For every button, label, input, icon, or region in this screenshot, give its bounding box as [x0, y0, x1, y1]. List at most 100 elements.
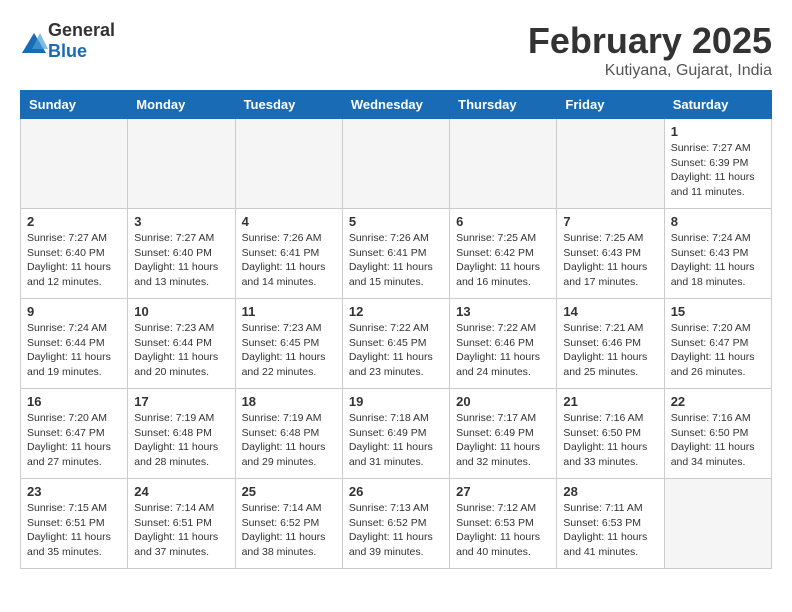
week-row-5: 23 Sunrise: 7:15 AM Sunset: 6:51 PM Dayli… [21, 479, 772, 569]
week-row-1: 1 Sunrise: 7:27 AM Sunset: 6:39 PM Daylig… [21, 119, 772, 209]
day-number: 25 [242, 484, 336, 499]
page-header: General Blue February 2025 Kutiyana, Guj… [20, 20, 772, 80]
day-number: 20 [456, 394, 550, 409]
col-header-tuesday: Tuesday [235, 91, 342, 119]
day-info: Sunrise: 7:16 AM Sunset: 6:50 PM Dayligh… [671, 411, 765, 470]
day-info: Sunrise: 7:25 AM Sunset: 6:43 PM Dayligh… [563, 231, 657, 290]
day-info: Sunrise: 7:24 AM Sunset: 6:43 PM Dayligh… [671, 231, 765, 290]
calendar-cell: 17 Sunrise: 7:19 AM Sunset: 6:48 PM Dayli… [128, 389, 235, 479]
week-row-2: 2 Sunrise: 7:27 AM Sunset: 6:40 PM Daylig… [21, 209, 772, 299]
calendar-cell: 18 Sunrise: 7:19 AM Sunset: 6:48 PM Dayli… [235, 389, 342, 479]
calendar-cell [342, 119, 449, 209]
day-info: Sunrise: 7:27 AM Sunset: 6:39 PM Dayligh… [671, 141, 765, 200]
day-number: 15 [671, 304, 765, 319]
day-info: Sunrise: 7:19 AM Sunset: 6:48 PM Dayligh… [242, 411, 336, 470]
day-number: 8 [671, 214, 765, 229]
calendar-cell: 8 Sunrise: 7:24 AM Sunset: 6:43 PM Daylig… [664, 209, 771, 299]
month-title: February 2025 [528, 20, 772, 62]
day-info: Sunrise: 7:24 AM Sunset: 6:44 PM Dayligh… [27, 321, 121, 380]
calendar-cell: 25 Sunrise: 7:14 AM Sunset: 6:52 PM Dayli… [235, 479, 342, 569]
day-info: Sunrise: 7:18 AM Sunset: 6:49 PM Dayligh… [349, 411, 443, 470]
day-info: Sunrise: 7:21 AM Sunset: 6:46 PM Dayligh… [563, 321, 657, 380]
col-header-thursday: Thursday [450, 91, 557, 119]
day-info: Sunrise: 7:23 AM Sunset: 6:45 PM Dayligh… [242, 321, 336, 380]
day-number: 12 [349, 304, 443, 319]
calendar-cell: 24Sunrise: 7:14 AM Sunset: 6:51 PM Dayli… [128, 479, 235, 569]
day-info: Sunrise: 7:14 AM Sunset: 6:52 PM Dayligh… [242, 501, 336, 560]
day-info: Sunrise: 7:16 AM Sunset: 6:50 PM Dayligh… [563, 411, 657, 470]
day-number: 11 [242, 304, 336, 319]
calendar-cell: 23 Sunrise: 7:15 AM Sunset: 6:51 PM Dayli… [21, 479, 128, 569]
day-number: 9 [27, 304, 121, 319]
calendar-header-row: SundayMondayTuesdayWednesdayThursdayFrid… [21, 91, 772, 119]
calendar-cell: 11 Sunrise: 7:23 AM Sunset: 6:45 PM Dayli… [235, 299, 342, 389]
calendar-cell: 2 Sunrise: 7:27 AM Sunset: 6:40 PM Daylig… [21, 209, 128, 299]
day-info: Sunrise: 7:26 AM Sunset: 6:41 PM Dayligh… [242, 231, 336, 290]
day-number: 21 [563, 394, 657, 409]
calendar-cell: 6Sunrise: 7:25 AM Sunset: 6:42 PM Daylig… [450, 209, 557, 299]
calendar-cell: 5Sunrise: 7:26 AM Sunset: 6:41 PM Daylig… [342, 209, 449, 299]
calendar-cell [21, 119, 128, 209]
calendar-cell: 1 Sunrise: 7:27 AM Sunset: 6:39 PM Daylig… [664, 119, 771, 209]
calendar-cell [450, 119, 557, 209]
day-number: 1 [671, 124, 765, 139]
calendar-cell: 12 Sunrise: 7:22 AM Sunset: 6:45 PM Dayli… [342, 299, 449, 389]
day-info: Sunrise: 7:20 AM Sunset: 6:47 PM Dayligh… [671, 321, 765, 380]
day-info: Sunrise: 7:22 AM Sunset: 6:45 PM Dayligh… [349, 321, 443, 380]
col-header-friday: Friday [557, 91, 664, 119]
day-info: Sunrise: 7:23 AM Sunset: 6:44 PM Dayligh… [134, 321, 228, 380]
day-number: 18 [242, 394, 336, 409]
day-number: 17 [134, 394, 228, 409]
day-info: Sunrise: 7:27 AM Sunset: 6:40 PM Dayligh… [134, 231, 228, 290]
calendar-cell: 10 Sunrise: 7:23 AM Sunset: 6:44 PM Dayli… [128, 299, 235, 389]
calendar-cell [128, 119, 235, 209]
calendar-cell: 27 Sunrise: 7:12 AM Sunset: 6:53 PM Dayli… [450, 479, 557, 569]
day-info: Sunrise: 7:22 AM Sunset: 6:46 PM Dayligh… [456, 321, 550, 380]
day-info: Sunrise: 7:17 AM Sunset: 6:49 PM Dayligh… [456, 411, 550, 470]
day-number: 5 [349, 214, 443, 229]
calendar-cell: 26Sunrise: 7:13 AM Sunset: 6:52 PM Dayli… [342, 479, 449, 569]
location-title: Kutiyana, Gujarat, India [528, 62, 772, 80]
calendar-table: SundayMondayTuesdayWednesdayThursdayFrid… [20, 90, 772, 569]
calendar-cell: 16 Sunrise: 7:20 AM Sunset: 6:47 PM Dayli… [21, 389, 128, 479]
day-info: Sunrise: 7:15 AM Sunset: 6:51 PM Dayligh… [27, 501, 121, 560]
day-number: 2 [27, 214, 121, 229]
day-number: 19 [349, 394, 443, 409]
col-header-wednesday: Wednesday [342, 91, 449, 119]
day-info: Sunrise: 7:27 AM Sunset: 6:40 PM Dayligh… [27, 231, 121, 290]
logo-text: General Blue [48, 20, 115, 62]
day-number: 10 [134, 304, 228, 319]
day-number: 13 [456, 304, 550, 319]
title-block: February 2025 Kutiyana, Gujarat, India [528, 20, 772, 80]
day-number: 4 [242, 214, 336, 229]
col-header-saturday: Saturday [664, 91, 771, 119]
day-number: 7 [563, 214, 657, 229]
day-number: 23 [27, 484, 121, 499]
day-info: Sunrise: 7:25 AM Sunset: 6:42 PM Dayligh… [456, 231, 550, 290]
day-info: Sunrise: 7:19 AM Sunset: 6:48 PM Dayligh… [134, 411, 228, 470]
day-number: 26 [349, 484, 443, 499]
day-number: 28 [563, 484, 657, 499]
week-row-3: 9 Sunrise: 7:24 AM Sunset: 6:44 PM Daylig… [21, 299, 772, 389]
day-info: Sunrise: 7:12 AM Sunset: 6:53 PM Dayligh… [456, 501, 550, 560]
calendar-cell: 3 Sunrise: 7:27 AM Sunset: 6:40 PM Daylig… [128, 209, 235, 299]
week-row-4: 16 Sunrise: 7:20 AM Sunset: 6:47 PM Dayli… [21, 389, 772, 479]
calendar-cell: 20 Sunrise: 7:17 AM Sunset: 6:49 PM Dayli… [450, 389, 557, 479]
day-number: 14 [563, 304, 657, 319]
col-header-sunday: Sunday [21, 91, 128, 119]
calendar-cell [664, 479, 771, 569]
day-number: 3 [134, 214, 228, 229]
logo-icon [20, 31, 44, 51]
day-info: Sunrise: 7:11 AM Sunset: 6:53 PM Dayligh… [563, 501, 657, 560]
day-number: 27 [456, 484, 550, 499]
day-number: 16 [27, 394, 121, 409]
logo: General Blue [20, 20, 115, 62]
calendar-cell: 28 Sunrise: 7:11 AM Sunset: 6:53 PM Dayli… [557, 479, 664, 569]
calendar-cell: 21 Sunrise: 7:16 AM Sunset: 6:50 PM Dayli… [557, 389, 664, 479]
day-info: Sunrise: 7:20 AM Sunset: 6:47 PM Dayligh… [27, 411, 121, 470]
calendar-cell: 15 Sunrise: 7:20 AM Sunset: 6:47 PM Dayli… [664, 299, 771, 389]
calendar-cell [557, 119, 664, 209]
calendar-cell: 22Sunrise: 7:16 AM Sunset: 6:50 PM Dayli… [664, 389, 771, 479]
calendar-cell: 19 Sunrise: 7:18 AM Sunset: 6:49 PM Dayli… [342, 389, 449, 479]
col-header-monday: Monday [128, 91, 235, 119]
